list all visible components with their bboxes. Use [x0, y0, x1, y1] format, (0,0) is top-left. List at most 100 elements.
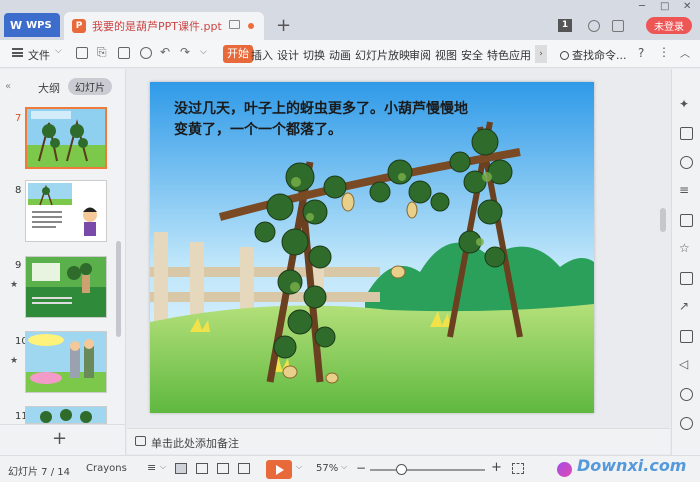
picture-icon[interactable] — [680, 330, 693, 343]
settings-sliders-icon[interactable]: ≡ — [679, 183, 689, 197]
copy-icon[interactable] — [680, 127, 693, 140]
slide-10-thumbnail-image — [26, 332, 106, 392]
hamburger-icon[interactable] — [12, 48, 23, 57]
current-slide[interactable]: 没过几天，叶子上的蚜虫更多了。小葫芦慢慢地变黄了，一个一个都落了。 — [150, 82, 594, 413]
slide-thumbnail-11[interactable] — [25, 406, 107, 424]
slide-11-thumbnail-image — [26, 407, 106, 423]
add-slide-button[interactable]: + — [52, 428, 67, 449]
history-icon[interactable] — [680, 417, 693, 430]
export-icon[interactable] — [140, 47, 152, 59]
tab-slides[interactable]: 幻灯片 — [68, 78, 112, 95]
wps-logo-icon: W — [10, 18, 23, 32]
slide-text[interactable]: 没过几天，叶子上的蚜虫更多了。小葫芦慢慢地变黄了，一个一个都落了。 — [174, 99, 474, 141]
theme-name[interactable]: Crayons — [86, 463, 127, 474]
monitor-icon[interactable] — [229, 20, 240, 29]
menu-animation[interactable]: 动画 — [329, 47, 351, 63]
menu-design[interactable]: 设计 — [277, 47, 299, 63]
chevron-down-icon[interactable]: ⌵ — [341, 462, 347, 472]
play-slideshow-button[interactable] — [266, 460, 292, 479]
tab-outline[interactable]: 大纲 — [38, 80, 60, 96]
chevron-down-icon[interactable]: ⌵ — [55, 46, 62, 56]
document-tab[interactable]: P 我要的是葫芦PPT课件.ppt — [64, 12, 264, 40]
document-tab-title: 我要的是葫芦PPT课件.ppt — [92, 20, 222, 33]
star-icon[interactable]: ☆ — [679, 241, 690, 255]
slide-thumbnail-7[interactable] — [25, 107, 107, 169]
upload-icon[interactable] — [612, 20, 624, 32]
assistant-icon[interactable] — [557, 462, 572, 477]
minimize-button[interactable]: ─ — [639, 1, 645, 12]
site-watermark: Downxi.com — [577, 456, 687, 475]
image-icon[interactable] — [680, 214, 693, 227]
slide-thumbnail-10[interactable] — [25, 331, 107, 393]
wps-home-tab[interactable]: W WPS — [4, 13, 60, 37]
quick-access-dropdown-icon[interactable]: ⌵ — [200, 47, 207, 57]
new-tab-button[interactable]: + — [276, 15, 291, 36]
print-icon[interactable] — [118, 47, 130, 59]
unsaved-dot-icon[interactable] — [248, 23, 254, 29]
command-search-label: 查找命令... — [572, 49, 627, 62]
chevron-down-icon[interactable]: ⌵ — [160, 462, 166, 472]
notes-placeholder[interactable]: 单击此处添加备注 — [151, 435, 239, 451]
download-icon[interactable] — [680, 388, 693, 401]
menu-more-arrow[interactable]: › — [535, 45, 547, 63]
slide-7-thumbnail-image — [27, 109, 105, 167]
skin-icon[interactable] — [588, 20, 600, 32]
ppt-file-icon: P — [72, 19, 86, 33]
slide-sorter-icon[interactable] — [196, 463, 208, 474]
slide-thumbnail-panel: « 大纲 幻灯片 7 8 9 ★ 10 ★ 11 + — [0, 69, 126, 455]
more-options-button[interactable]: ⋮ — [658, 45, 670, 59]
menu-view[interactable]: 视图 — [435, 47, 457, 63]
redo-icon[interactable]: ↷ — [180, 45, 190, 59]
menu-review[interactable]: 审阅 — [409, 47, 431, 63]
thumbnail-scrollbar[interactable] — [116, 241, 121, 337]
save-icon[interactable] — [76, 47, 88, 59]
print-preview-icon[interactable]: ⎘ — [97, 45, 107, 60]
zoom-slider[interactable] — [370, 469, 485, 471]
slide-number: 8 — [15, 185, 22, 196]
notes-bar[interactable]: 单击此处添加备注 — [127, 428, 670, 454]
chevron-down-icon[interactable]: ⌵ — [296, 462, 302, 472]
menu-slideshow[interactable]: 幻灯片放映 — [355, 47, 410, 63]
archive-icon[interactable] — [680, 272, 693, 285]
collapse-panel-button[interactable]: « — [5, 81, 11, 92]
menu-file[interactable]: 文件 — [28, 47, 50, 63]
zoom-out-button[interactable]: − — [356, 461, 366, 475]
animation-star-icon: ★ — [10, 280, 19, 290]
slide-thumbnail-9[interactable] — [25, 256, 107, 318]
maximize-button[interactable]: □ — [660, 1, 669, 12]
animation-star-icon: ★ — [10, 356, 19, 366]
shape-icon[interactable] — [680, 156, 693, 169]
notes-toggle-icon[interactable]: ≡ — [147, 461, 156, 474]
presenter-view-icon[interactable] — [238, 463, 250, 474]
zoom-in-button[interactable]: + — [491, 460, 502, 475]
speaker-icon[interactable]: ◁ — [679, 357, 688, 371]
zoom-level[interactable]: 57% — [316, 463, 338, 474]
collapse-ribbon-button[interactable]: ︿ — [680, 45, 690, 60]
slide-editor-canvas[interactable]: 没过几天，叶子上的蚜虫更多了。小葫芦慢慢地变黄了，一个一个都落了。 — [127, 69, 670, 425]
command-search[interactable]: 查找命令... — [560, 47, 627, 63]
canvas-scrollbar[interactable] — [660, 208, 666, 232]
pin-icon[interactable]: ✦ — [679, 97, 689, 111]
help-button[interactable]: ? — [638, 46, 644, 60]
menu-start[interactable]: 开始 — [223, 45, 253, 63]
divider — [0, 424, 125, 425]
title-bar: W WPS P 我要的是葫芦PPT课件.ppt + 1 未登录 ─ □ ✕ — [0, 0, 700, 40]
slide-thumbnail-8[interactable] — [25, 180, 107, 242]
menu-transition[interactable]: 切换 — [303, 47, 325, 63]
slide-counter: 幻灯片 7 / 14 — [8, 467, 70, 478]
menu-security[interactable]: 安全 — [461, 47, 483, 63]
reading-view-icon[interactable] — [217, 463, 229, 474]
undo-icon[interactable]: ↶ — [160, 45, 170, 59]
share-icon[interactable]: ↗ — [679, 299, 689, 313]
menu-special-apps[interactable]: 特色应用 — [487, 47, 531, 63]
normal-view-icon[interactable] — [175, 463, 187, 474]
menu-insert[interactable]: 插入 — [251, 47, 273, 63]
workspace-badge[interactable]: 1 — [558, 19, 572, 32]
zoom-slider-handle[interactable] — [396, 464, 407, 475]
right-tool-sidebar: ✦ ≡ ☆ ↗ ◁ — [671, 69, 700, 455]
fit-window-icon[interactable] — [512, 463, 524, 474]
slide-number: 9 — [15, 260, 22, 271]
close-button[interactable]: ✕ — [683, 1, 691, 12]
search-icon — [560, 51, 569, 60]
login-button[interactable]: 未登录 — [646, 17, 692, 34]
